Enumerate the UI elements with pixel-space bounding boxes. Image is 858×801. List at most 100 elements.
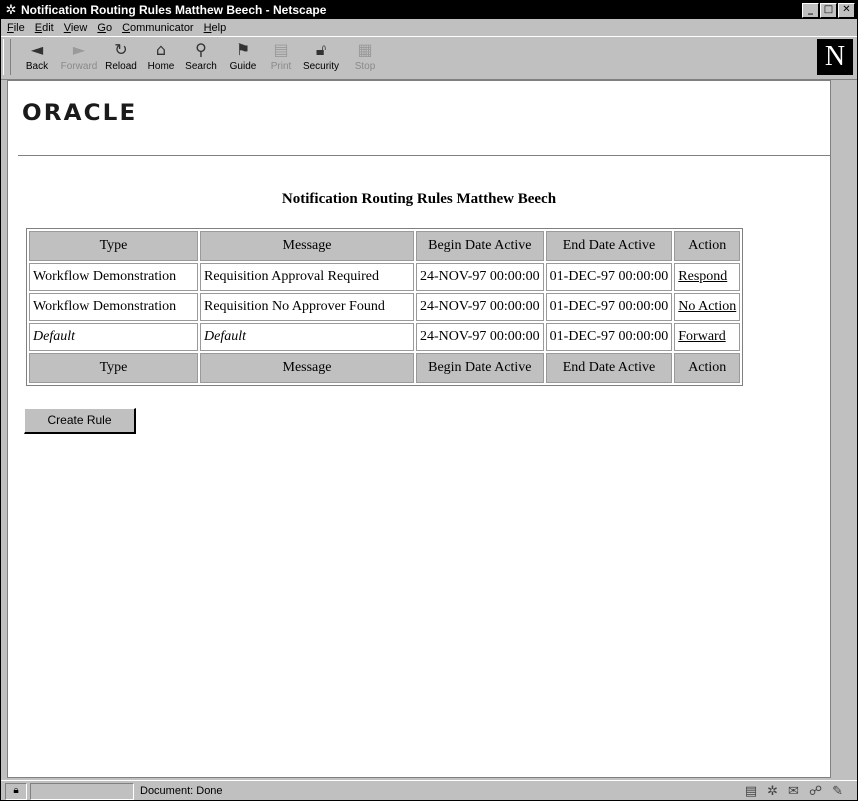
security-button[interactable]: 🔓︎ Security	[301, 39, 341, 77]
close-button[interactable]: ✕	[838, 3, 855, 18]
status-bar: 🔒︎ Document: Done ▤ ✲ ✉ ☍ ✎	[1, 780, 857, 800]
menu-communicator[interactable]: Communicator	[122, 22, 194, 34]
minimize-button[interactable]: _	[802, 3, 819, 18]
back-arrow-icon: ◄	[30, 40, 44, 59]
reload-label: Reload	[105, 61, 137, 72]
col-footer-message: Message	[200, 353, 414, 383]
cell-type: Default	[29, 323, 198, 351]
cell-end-date: 01-DEC-97 00:00:00	[545, 323, 673, 351]
home-icon: ⌂	[155, 40, 167, 59]
page-title: Notification Routing Rules Matthew Beech	[281, 191, 557, 207]
menu-bar: File Edit View Go Communicator Help	[1, 19, 857, 36]
menu-edit[interactable]: Edit	[35, 22, 54, 34]
browser-window: ✲ Notification Routing Rules Matthew Bee…	[0, 0, 858, 801]
col-footer-begin-date: Begin Date Active	[416, 353, 544, 383]
cell-action: Forward	[674, 323, 741, 351]
status-text: Document: Done	[140, 785, 223, 797]
col-footer-type: Type	[29, 353, 198, 383]
table-row: Workflow Demonstration Requisition No Ap…	[29, 293, 741, 321]
cell-end-date: 01-DEC-97 00:00:00	[545, 263, 673, 291]
progress-bar	[30, 782, 134, 800]
menu-help-rest: elp	[211, 21, 227, 34]
cell-begin-date: 24-NOV-97 00:00:00	[416, 263, 544, 291]
col-footer-action: Action	[674, 353, 741, 383]
reload-button[interactable]: ↻ Reload	[101, 39, 141, 77]
stop-icon: ▦	[357, 40, 373, 59]
page-content: ORACLE Notification Routing Rules Matthe…	[7, 80, 831, 778]
menu-edit-accel: E	[34, 21, 43, 34]
menu-go[interactable]: Go	[97, 22, 112, 34]
search-label: Search	[185, 61, 217, 72]
col-header-action: Action	[674, 231, 741, 261]
home-button[interactable]: ⌂ Home	[141, 39, 181, 77]
reload-icon: ↻	[114, 40, 128, 59]
back-label: Back	[25, 61, 49, 72]
stop-label: Stop	[354, 61, 376, 72]
menu-file-rest: ile	[13, 21, 25, 34]
toolbar-grip[interactable]	[3, 39, 11, 75]
cell-begin-date: 24-NOV-97 00:00:00	[416, 323, 544, 351]
padlock-icon: 🔓︎	[315, 40, 327, 59]
menu-view[interactable]: View	[64, 22, 88, 34]
window-controls: _ □ ✕	[801, 3, 855, 18]
menu-help[interactable]: Help	[204, 22, 227, 34]
forward-button[interactable]: ► Forward	[59, 39, 99, 77]
menu-view-accel: V	[63, 21, 71, 34]
cell-message: Requisition Approval Required	[200, 263, 414, 291]
print-label: Print	[270, 61, 292, 72]
mailbox-icon[interactable]: ✉	[788, 784, 799, 799]
create-rule-button[interactable]: Create Rule	[24, 408, 136, 434]
right-frame-area	[831, 80, 855, 778]
title-bar: ✲ Notification Routing Rules Matthew Bee…	[1, 1, 857, 19]
netscape-meteor-icon[interactable]: ✲	[767, 784, 778, 799]
menu-edit-rest: dit	[42, 21, 54, 34]
guide-button[interactable]: ⚑ Guide	[223, 39, 263, 77]
navigator-icon[interactable]: ▤	[745, 784, 757, 799]
cell-type: Workflow Demonstration	[29, 263, 198, 291]
cell-message: Default	[200, 323, 414, 351]
menu-communicator-accel: C	[122, 21, 131, 34]
menu-view-rest: iew	[70, 21, 88, 34]
navigation-toolbar: ◄ Back ► Forward ↻ Reload ⌂ Home ⚲ Searc…	[1, 36, 857, 80]
no-action-link[interactable]: No Action	[678, 299, 736, 314]
cell-action: Respond	[674, 263, 741, 291]
oracle-logo: ORACLE	[22, 101, 138, 126]
col-header-message: Message	[200, 231, 414, 261]
cell-type: Workflow Demonstration	[29, 293, 198, 321]
print-button[interactable]: ▤ Print	[261, 39, 301, 77]
table-row: Default Default 24-NOV-97 00:00:00 01-DE…	[29, 323, 741, 351]
respond-link[interactable]: Respond	[678, 269, 727, 284]
composer-icon[interactable]: ✎	[832, 784, 843, 799]
menu-go-accel: G	[97, 21, 106, 34]
table-row: Workflow Demonstration Requisition Appro…	[29, 263, 741, 291]
guide-icon: ⚑	[235, 40, 251, 59]
col-header-type: Type	[29, 231, 198, 261]
menu-help-accel: H	[203, 21, 212, 34]
cell-begin-date: 24-NOV-97 00:00:00	[416, 293, 544, 321]
col-footer-end-date: End Date Active	[545, 353, 673, 383]
menu-file-accel: F	[7, 21, 14, 34]
search-icon: ⚲	[195, 40, 207, 59]
forward-link[interactable]: Forward	[678, 329, 725, 344]
back-button[interactable]: ◄ Back	[17, 39, 57, 77]
cell-end-date: 01-DEC-97 00:00:00	[545, 293, 673, 321]
cell-action: No Action	[674, 293, 741, 321]
discussion-icon[interactable]: ☍	[809, 784, 822, 799]
stop-button[interactable]: ▦ Stop	[345, 39, 385, 77]
maximize-button[interactable]: □	[820, 3, 837, 18]
home-label: Home	[147, 61, 175, 72]
menu-go-rest: o	[105, 21, 113, 34]
security-lock-icon[interactable]: 🔒︎	[5, 782, 27, 800]
netscape-app-icon: ✲	[5, 2, 17, 17]
col-header-end-date: End Date Active	[545, 231, 673, 261]
cell-message: Requisition No Approver Found	[200, 293, 414, 321]
table-footer-row: Type Message Begin Date Active End Date …	[29, 353, 741, 383]
search-button[interactable]: ⚲ Search	[181, 39, 221, 77]
horizontal-rule	[18, 155, 830, 157]
menu-file[interactable]: File	[7, 22, 25, 34]
menu-communicator-rest: ommunicator	[130, 21, 194, 34]
security-label: Security	[302, 61, 340, 72]
table-header-row: Type Message Begin Date Active End Date …	[29, 231, 741, 261]
forward-arrow-icon: ►	[72, 40, 86, 59]
netscape-logo[interactable]: N	[817, 39, 853, 75]
